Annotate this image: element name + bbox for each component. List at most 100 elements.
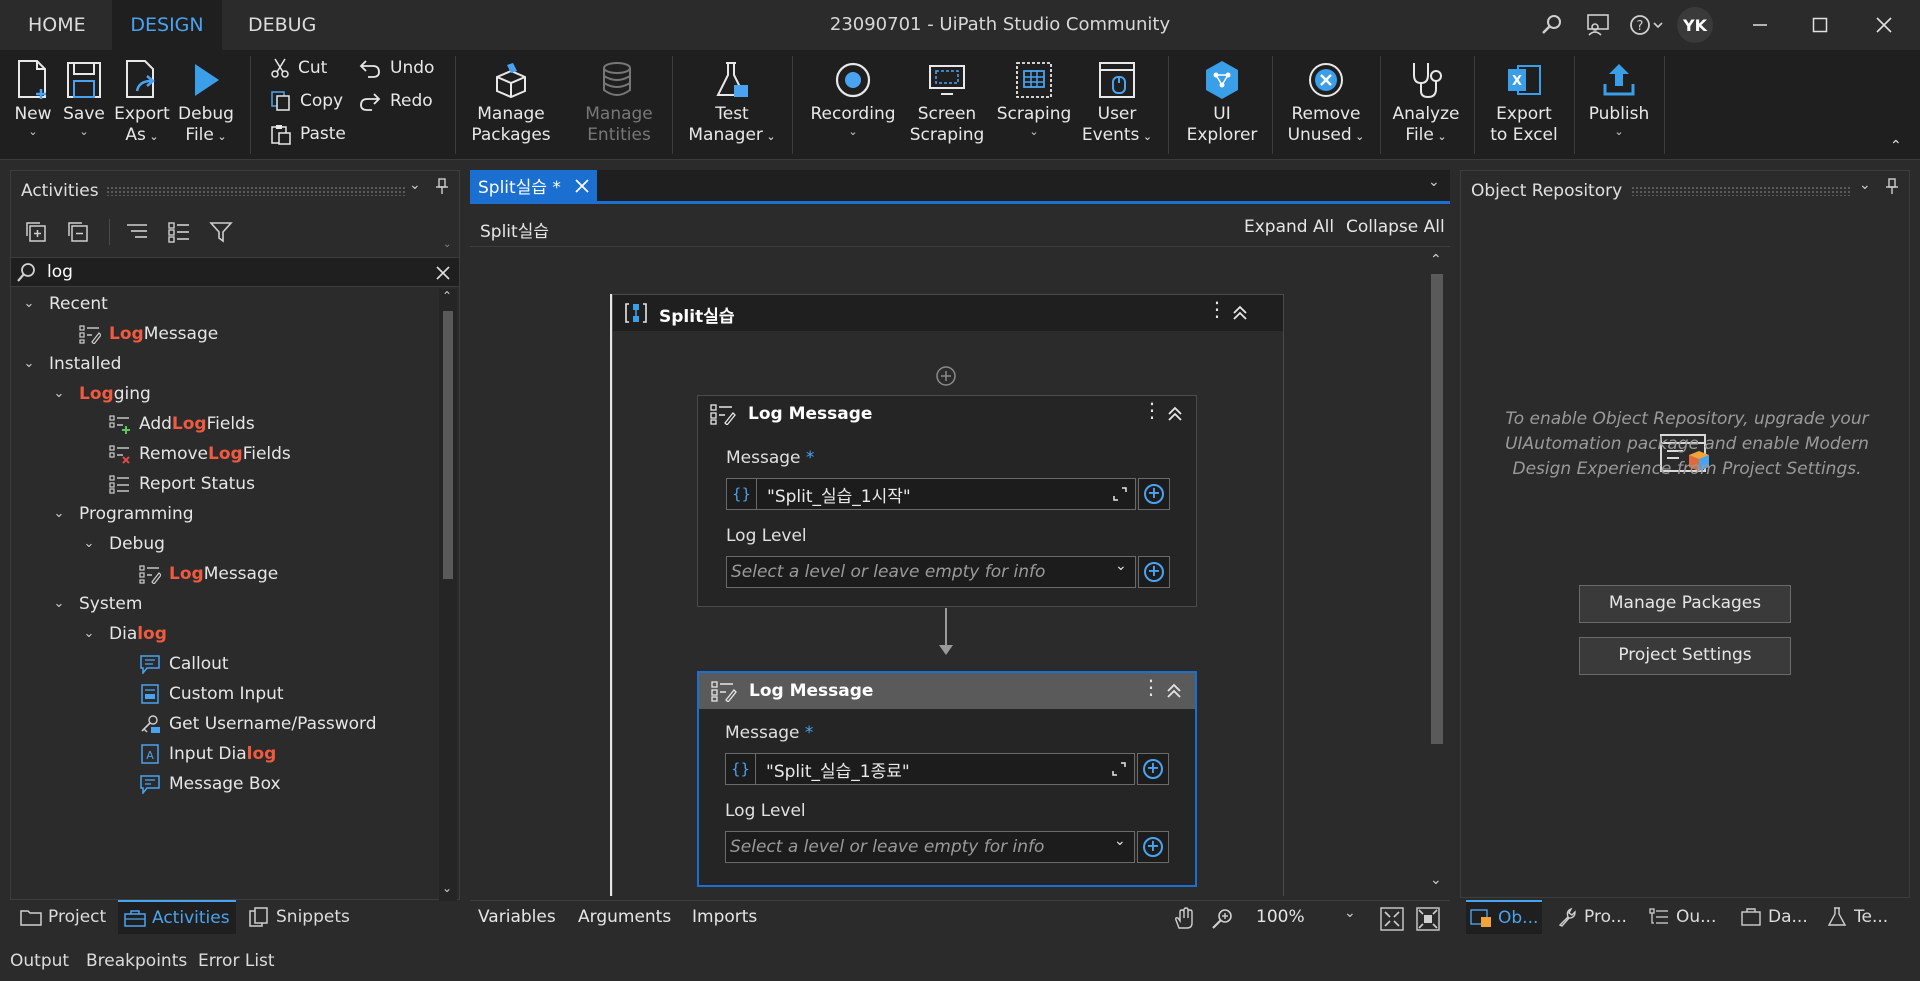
tab-object-repository[interactable]: Ob... (1466, 900, 1543, 934)
tree-node-system[interactable]: ⌄ System (51, 589, 143, 619)
pin-icon[interactable] (1885, 177, 1899, 200)
tree-item-debug-log-message[interactable]: Log Message (139, 559, 278, 589)
list-view-icon[interactable] (167, 221, 191, 248)
tab-outline[interactable]: Ou... (1648, 900, 1716, 934)
redo-button[interactable]: Redo (358, 87, 433, 115)
more-options-icon[interactable]: ⋮ (1141, 675, 1161, 699)
tree-item-report-status[interactable]: Report Status (109, 469, 255, 499)
tree-node-dialog[interactable]: ⌄ Dia log (81, 619, 167, 649)
tab-project[interactable]: Project (20, 900, 106, 934)
document-tab[interactable]: Split실습 * (470, 170, 597, 201)
copy-button[interactable]: Copy (270, 87, 343, 115)
menu-tab-debug[interactable]: DEBUG (234, 0, 330, 50)
tree-node-installed[interactable]: ⌄ Installed (21, 349, 122, 379)
overview-icon[interactable] (1416, 907, 1440, 931)
message-input[interactable]: {} "Split_실습_1종료" (725, 753, 1135, 785)
tree-node-debug[interactable]: ⌄ Debug (81, 529, 165, 559)
manage-entities-button[interactable]: Manage Entities (576, 56, 662, 156)
test-manager-button[interactable]: Test Manager ⌄ (684, 56, 780, 156)
panel-grip[interactable] (1631, 186, 1851, 196)
project-settings-button[interactable]: Project Settings (1579, 637, 1791, 675)
expand-editor-icon[interactable] (1112, 762, 1126, 776)
scroll-down-icon[interactable]: ⌄ (1430, 872, 1442, 888)
search-icon[interactable] (1536, 10, 1568, 40)
activities-scrollbar[interactable]: ⌃ ⌄ (439, 289, 457, 901)
add-argument-button[interactable]: + (1137, 753, 1169, 785)
zoom-icon[interactable] (1210, 907, 1234, 931)
add-argument-button[interactable]: + (1138, 556, 1170, 588)
collapse-icon[interactable] (1166, 404, 1184, 422)
tab-breakpoints[interactable]: Breakpoints (86, 944, 187, 978)
sequence-container[interactable]: Split실습 ⋮ Log Message ⋮ Message * {} "Sp… (612, 294, 1284, 896)
help-icon[interactable]: ? (1626, 10, 1666, 40)
tree-item-remove-log-fields[interactable]: Remove Log Fields (109, 439, 291, 469)
tree-node-programming[interactable]: ⌄ Programming (51, 499, 194, 529)
activity-search-box[interactable]: log (11, 257, 459, 287)
expand-all-icon[interactable] (25, 221, 47, 248)
maximize-icon[interactable] (1790, 0, 1850, 50)
user-events-button[interactable]: User Events ⌄ (1078, 56, 1156, 156)
log-level-select[interactable]: Select a level or leave empty for info ⌄ (726, 556, 1136, 588)
cut-button[interactable]: Cut (270, 54, 327, 82)
publish-button[interactable]: Publish ⌄ (1584, 56, 1654, 156)
tab-data-manager[interactable]: Da... (1740, 900, 1808, 934)
tree-item-input-dialog[interactable]: A Input Dia log (139, 739, 276, 769)
minimize-icon[interactable] (1730, 0, 1790, 50)
tab-error-list[interactable]: Error List (198, 944, 275, 978)
manage-packages-button[interactable]: Manage Packages (1579, 585, 1791, 623)
debug-file-button[interactable]: Debug File ⌄ (176, 56, 236, 156)
designer-canvas[interactable]: Split실습 ⋮ Log Message ⋮ Message * {} "Sp… (470, 248, 1450, 896)
chevron-down-icon[interactable]: ⌄ (443, 239, 451, 250)
ui-explorer-button[interactable]: UI Explorer (1180, 56, 1264, 156)
tree-node-recent[interactable]: ⌄ Recent (21, 289, 108, 319)
more-options-icon[interactable]: ⋮ (1207, 297, 1227, 321)
remove-unused-button[interactable]: Remove Unused ⌄ (1284, 56, 1368, 156)
fit-to-screen-icon[interactable] (1380, 907, 1404, 931)
message-input[interactable]: {} "Split_실습_1시작" (726, 478, 1136, 510)
log-level-select[interactable]: Select a level or leave empty for info ⌄ (725, 831, 1135, 863)
tab-snippets[interactable]: Snippets (248, 900, 350, 934)
collapse-icon[interactable] (1231, 303, 1249, 321)
clear-search-icon[interactable] (435, 265, 451, 281)
chevron-down-icon[interactable]: ⌄ (1859, 177, 1871, 193)
menu-tab-home[interactable]: HOME (14, 0, 100, 50)
zoom-level-select[interactable]: 100% (1256, 907, 1305, 927)
recording-button[interactable]: Recording ⌄ (806, 56, 900, 156)
collapse-all-button[interactable]: Collapse All (1346, 217, 1445, 237)
tree-item-add-log-fields[interactable]: Add Log Fields (109, 409, 255, 439)
save-button[interactable]: Save ⌄ (60, 56, 108, 156)
pin-icon[interactable] (435, 177, 449, 200)
tree-item-log-message[interactable]: Log Message (79, 319, 218, 349)
avatar[interactable]: YK (1677, 7, 1713, 43)
screen-scraping-button[interactable]: Screen Scraping (904, 56, 990, 156)
hand-tool-icon[interactable] (1172, 907, 1196, 931)
scrollbar-thumb[interactable] (1431, 274, 1443, 744)
expression-icon[interactable]: {} (727, 479, 757, 509)
tree-node-logging[interactable]: ⌄ Log ging (51, 379, 151, 409)
search-input[interactable]: log (47, 262, 73, 282)
tab-activities[interactable]: Activities (118, 900, 236, 934)
imports-tab[interactable]: Imports (692, 907, 757, 927)
chevron-down-icon[interactable]: ⌄ (409, 177, 421, 193)
tree-item-get-username-password[interactable]: Get Username/Password (139, 709, 377, 739)
scraping-button[interactable]: Scraping ⌄ (994, 56, 1074, 156)
collapse-all-icon[interactable] (67, 221, 89, 248)
close-icon[interactable] (1854, 0, 1914, 50)
manage-packages-button[interactable]: Manage Packages (468, 56, 554, 156)
analyze-file-button[interactable]: Analyze File ⌄ (1390, 56, 1462, 156)
tab-test-explorer[interactable]: Te... (1826, 900, 1888, 934)
add-activity-icon[interactable] (935, 365, 957, 387)
collapse-icon[interactable] (1165, 681, 1183, 699)
scroll-down-icon[interactable]: ⌄ (442, 881, 452, 895)
close-tab-icon[interactable] (575, 178, 589, 193)
expression-icon[interactable]: {} (726, 754, 756, 784)
scroll-up-icon[interactable]: ⌃ (1430, 252, 1442, 268)
chevron-down-icon[interactable]: ⌄ (1428, 174, 1440, 190)
add-argument-button[interactable]: + (1138, 478, 1170, 510)
breadcrumb[interactable]: Split실습 (480, 217, 549, 242)
expand-all-button[interactable]: Expand All (1244, 217, 1334, 237)
tab-output[interactable]: Output (10, 944, 69, 978)
expand-editor-icon[interactable] (1113, 487, 1127, 501)
sort-icon[interactable] (125, 221, 149, 248)
variables-tab[interactable]: Variables (478, 907, 556, 927)
